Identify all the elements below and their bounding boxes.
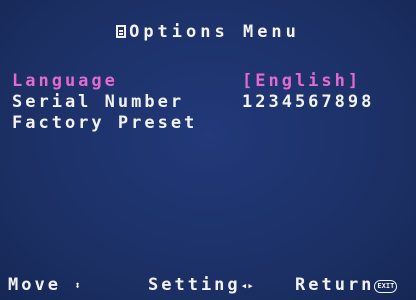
menu-item-factory-preset[interactable]: Factory Preset (12, 112, 197, 134)
menu-item-label: Serial Number (12, 92, 185, 112)
hint-setting: Setting◂▸ (148, 274, 254, 297)
menu-item-label: Language (12, 71, 118, 91)
menu-title: Options Menu (0, 22, 416, 42)
document-icon (116, 25, 127, 38)
menu-title-text: Options Menu (129, 22, 300, 42)
hint-return: Return EXIT (295, 274, 398, 296)
up-down-arrow-icon: ⬍ (74, 279, 81, 292)
menu-item-value: 1234567898 (242, 92, 375, 112)
left-right-arrow-icon: ◂▸ (240, 279, 254, 292)
osd-screen: Options Menu Language [English] Serial N… (0, 0, 416, 300)
hint-move: Move ⬍ (8, 274, 81, 297)
exit-icon: EXIT (374, 280, 398, 293)
menu-item-label: Factory Preset (12, 113, 198, 133)
menu-item-language[interactable]: Language [English] (12, 70, 358, 92)
hint-setting-label: Setting (148, 275, 241, 295)
hint-return-label: Return (295, 275, 375, 295)
footer-hints: Move ⬍ Setting◂▸ Return EXIT (8, 274, 412, 296)
menu-item-serial-number[interactable]: Serial Number 1234567898 (12, 91, 371, 113)
hint-move-label: Move (8, 275, 61, 295)
menu-item-value[interactable]: [English] (242, 70, 361, 92)
